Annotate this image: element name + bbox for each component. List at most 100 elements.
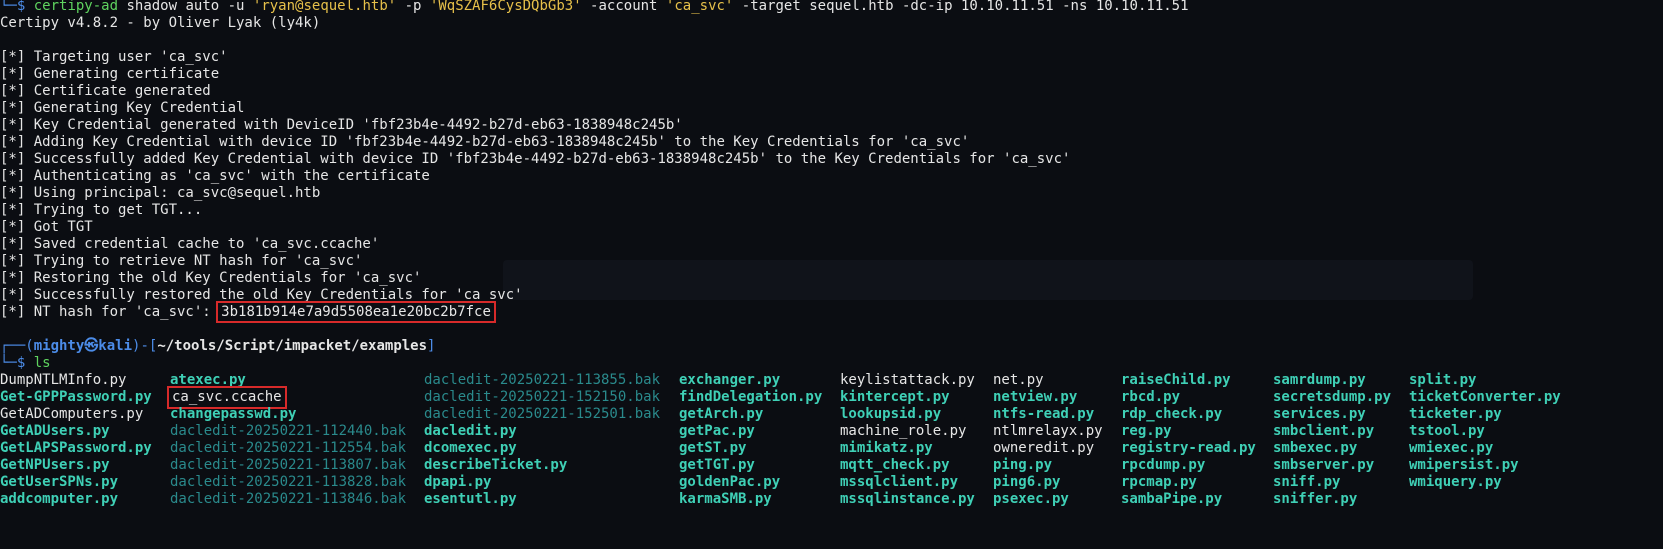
- prompt-ls-header: ┌──(mighty㉿kali)-[~/tools/Script/impacke…: [0, 338, 436, 354]
- log-line: [*] Saved credential cache to 'ca_svc.cc…: [0, 236, 380, 252]
- file-entry: dacledit-20250221-112440.bak: [170, 423, 407, 439]
- prompt-user: mighty: [33, 338, 85, 354]
- file-entry: wmiquery.py: [1409, 474, 1502, 490]
- file-entry: mssqlinstance.py: [840, 491, 975, 507]
- file-entry: mqtt_check.py: [840, 457, 950, 473]
- log-line: [*] Using principal: ca_svc@sequel.htb: [0, 185, 321, 201]
- file-entry: dcomexec.py: [424, 440, 517, 456]
- prompt-corner: └─$: [0, 0, 26, 14]
- terminal-window: └─$ certipy-ad shadow auto -u 'ryan@sequ…: [0, 0, 1663, 508]
- file-entry: dacledit-20250221-152501.bak: [424, 406, 661, 422]
- file-entry: GetUserSPNs.py: [0, 474, 119, 490]
- file-entry: exchanger.py: [679, 372, 781, 388]
- file-entry: netview.py: [993, 389, 1078, 405]
- file-entry: wmipersist.py: [1409, 457, 1519, 473]
- file-entry: GetADUsers.py: [0, 423, 110, 439]
- ls-row: addcomputer.py dacledit-20250221-113846.b…: [0, 491, 1663, 508]
- file-entry: raiseChild.py: [1121, 372, 1231, 388]
- log-line: [*] Successfully restored the old Key Cr…: [0, 287, 523, 303]
- ls-row: GetNPUsers.py dacledit-20250221-113807.ba…: [0, 457, 1663, 474]
- file-entry: smbexec.py: [1273, 440, 1358, 456]
- file-entry: sambaPipe.py: [1121, 491, 1223, 507]
- arg-account: 'ca_svc': [665, 0, 734, 14]
- file-entry: dacledit-20250221-113828.bak: [170, 474, 407, 490]
- file-entry: rpcmap.py: [1121, 474, 1197, 490]
- nt-hash-value: 3b181b914e7a9d5508ea1e20bc2b7fce: [216, 301, 496, 323]
- log-line: [*] Restoring the old Key Credentials fo…: [0, 270, 422, 286]
- file-entry: dacledit-20250221-113855.bak: [424, 372, 661, 388]
- file-entry: mimikatz.py: [840, 440, 933, 456]
- file-entry: GetNPUsers.py: [0, 457, 110, 473]
- file-entry: addcomputer.py: [0, 491, 119, 507]
- file-entry: kintercept.py: [840, 389, 950, 405]
- ls-row: DumpNTLMInfo.py atexec.py dacledit-2025022…: [0, 372, 1663, 389]
- file-entry: ticketer.py: [1409, 406, 1502, 422]
- file-entry: atexec.py: [170, 372, 246, 388]
- ls-row: GetLAPSPassword.py dacledit-20250221-1125…: [0, 440, 1663, 457]
- command-tool: certipy-ad: [33, 0, 119, 14]
- log-line: [*] Generating Key Credential: [0, 100, 245, 116]
- command-ls: ls: [33, 355, 51, 371]
- file-entry: net.py: [993, 372, 1044, 388]
- ls-row: GetADUsers.py dacledit-20250221-112440.ba…: [0, 423, 1663, 440]
- file-entry: ping.py: [993, 457, 1053, 473]
- log-line: [*] Generating certificate: [0, 66, 220, 82]
- file-entry: owneredit.py: [993, 440, 1095, 456]
- log-line: [*] Key Credential generated with Device…: [0, 117, 683, 133]
- file-entry: getArch.py: [679, 406, 764, 422]
- file-entry: rpcdump.py: [1121, 457, 1206, 473]
- nt-hash-line: [*] NT hash for 'ca_svc': 3b181b914e7a9d…: [0, 301, 496, 323]
- certipy-log: [*] Targeting user 'ca_svc' [*] Generatin…: [0, 49, 1663, 304]
- file-entry: getST.py: [679, 440, 747, 456]
- ls-listing: DumpNTLMInfo.py atexec.py dacledit-2025022…: [0, 372, 1663, 508]
- file-entry: machine_role.py: [840, 423, 967, 439]
- file-entry: dacledit-20250221-113846.bak: [170, 491, 407, 507]
- file-entry: goldenPac.py: [679, 474, 781, 490]
- file-entry: lookupsid.py: [840, 406, 942, 422]
- prompt-certipy-command: └─$ certipy-ad shadow auto -u 'ryan@sequ…: [0, 0, 1189, 14]
- file-entry: ntlmrelayx.py: [993, 423, 1103, 439]
- file-entry: dacledit-20250221-152150.bak: [424, 389, 661, 405]
- log-line: [*] Adding Key Credential with device ID…: [0, 134, 970, 150]
- file-entry: split.py: [1409, 372, 1477, 388]
- file-entry: GetLAPSPassword.py: [0, 440, 152, 456]
- prompt-host: kali: [98, 338, 133, 354]
- file-entry: changepasswd.py: [170, 406, 297, 422]
- file-entry: dacledit.py: [424, 423, 517, 439]
- file-entry: keylistattack.py: [840, 372, 975, 388]
- ls-row: Get-GPPPassword.py ca_svc.ccache dacledit-…: [0, 386, 1663, 409]
- file-entry: findDelegation.py: [679, 389, 823, 405]
- file-entry: rdp_check.py: [1121, 406, 1223, 422]
- file-entry: DumpNTLMInfo.py: [0, 372, 127, 388]
- file-entry: services.py: [1273, 406, 1366, 422]
- ccache-file-highlight: ca_svc.ccache: [167, 386, 287, 409]
- file-entry: getPac.py: [679, 423, 755, 439]
- prompt-path: ~/tools/Script/impacket/examples: [157, 338, 428, 354]
- file-entry: Get-GPPPassword.py: [0, 389, 152, 405]
- file-entry: sniffer.py: [1273, 491, 1358, 507]
- file-entry: esentutl.py: [424, 491, 517, 507]
- log-line: [*] Got TGT: [0, 219, 93, 235]
- file-entry: describeTicket.py: [424, 457, 568, 473]
- file-entry: mssqlclient.py: [840, 474, 959, 490]
- arg-password: 'WqSZAF6CysDQbGb3': [429, 0, 582, 14]
- file-entry: smbserver.py: [1273, 457, 1375, 473]
- log-line: [*] Targeting user 'ca_svc': [0, 49, 228, 65]
- prompt-ls-command: └─$ ls: [0, 355, 51, 371]
- file-entry: tstool.py: [1409, 423, 1485, 439]
- file-entry: karmaSMB.py: [679, 491, 772, 507]
- file-entry: dacledit-20250221-113807.bak: [170, 457, 407, 473]
- file-entry: dpapi.py: [424, 474, 492, 490]
- file-entry: secretsdump.py: [1273, 389, 1392, 405]
- file-entry: samrdump.py: [1273, 372, 1366, 388]
- file-entry: wmiexec.py: [1409, 440, 1494, 456]
- file-entry: ping6.py: [993, 474, 1061, 490]
- file-entry: registry-read.py: [1121, 440, 1256, 456]
- arg-user: 'ryan@sequel.htb': [252, 0, 397, 14]
- log-line: [*] Trying to get TGT...: [0, 202, 203, 218]
- certipy-banner: Certipy v4.8.2 - by Oliver Lyak (ly4k): [0, 15, 321, 31]
- file-entry: rbcd.py: [1121, 389, 1181, 405]
- file-entry: ntfs-read.py: [993, 406, 1095, 422]
- file-entry: ticketConverter.py: [1409, 389, 1561, 405]
